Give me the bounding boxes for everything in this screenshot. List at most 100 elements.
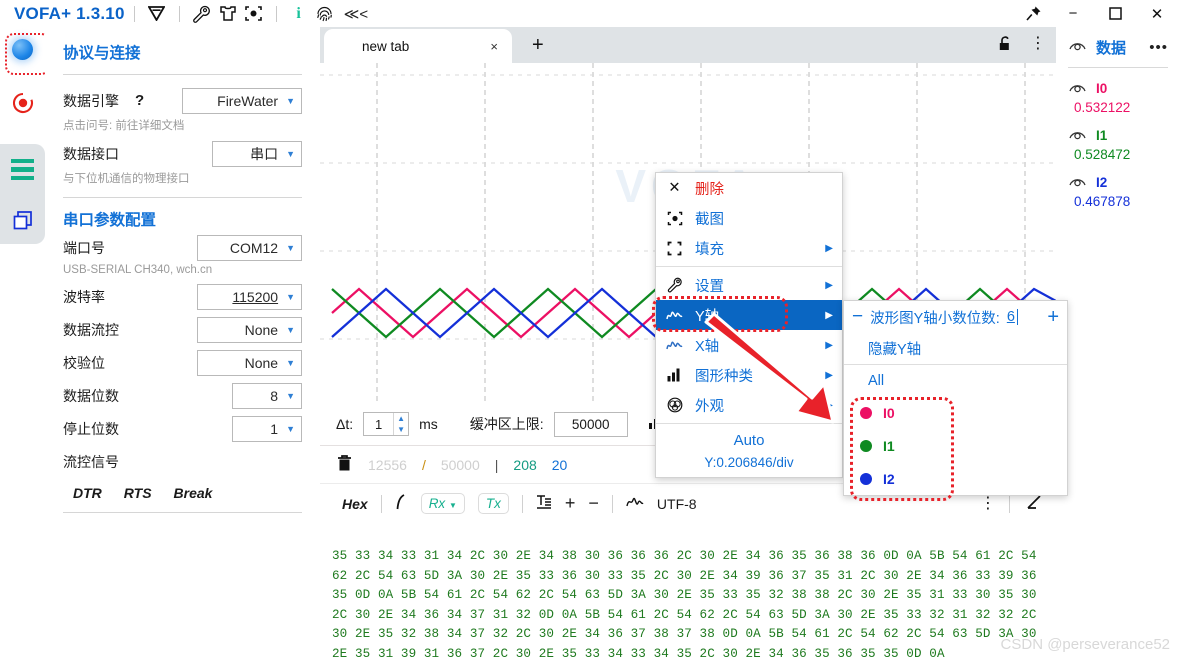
v-logo-icon[interactable] — [144, 3, 170, 25]
rail-item-record[interactable] — [4, 84, 41, 121]
stepper-arrows-icon[interactable]: ▲ ▼ — [393, 413, 408, 435]
ctx-item-appearance[interactable]: 外观 ▶ — [656, 390, 842, 420]
y-per-div-label: Y:0.206846/div — [704, 455, 794, 470]
data-panel-more-icon[interactable]: ••• — [1149, 39, 1168, 56]
channel-label: I2 — [883, 470, 895, 487]
ctx-item-settings[interactable]: 设置 ▶ — [656, 270, 842, 300]
encoding-label[interactable]: UTF-8 — [657, 496, 697, 512]
eye-icon[interactable] — [1068, 80, 1087, 97]
break-button[interactable]: Break — [174, 485, 213, 501]
text-format-icon[interactable] — [536, 494, 552, 513]
hex-data-view[interactable]: 35 33 34 33 31 34 2C 30 2E 34 38 30 36 3… — [320, 541, 1056, 659]
port-select[interactable]: COM12 ▼ — [197, 234, 302, 261]
row-data-bits: 数据位数 8 ▼ — [63, 380, 302, 411]
target-icon[interactable] — [241, 3, 267, 25]
data-bits-select[interactable]: 8 ▼ — [232, 382, 302, 409]
buffer-limit-display: 50000 — [440, 456, 480, 473]
data-panel-title: 数据 — [1096, 40, 1127, 57]
data-panel-header: 数据 ••• — [1068, 37, 1168, 58]
chevron-right-icon: ▶ — [825, 279, 833, 291]
info-icon[interactable]: i — [286, 3, 312, 25]
decimal-places-row: − 波形图Y轴小数位数: 6 + — [844, 301, 1067, 333]
ctx-item-label: 填充 — [695, 241, 724, 258]
rail-item-menu[interactable] — [4, 153, 41, 190]
divider — [63, 74, 302, 75]
channel-label: I1 — [1096, 128, 1108, 143]
data-channel-row[interactable]: I1 0.528472 — [1068, 127, 1168, 162]
y-axis-submenu: − 波形图Y轴小数位数: 6 + 隐藏Y轴 All I0 I1 I2 — [843, 300, 1068, 501]
close-icon[interactable]: ✕ — [1136, 0, 1178, 27]
dtr-button[interactable]: DTR — [73, 485, 102, 501]
divider — [63, 512, 302, 513]
data-engine-value: FireWater — [217, 92, 279, 109]
tab-close-icon[interactable]: × — [490, 39, 498, 54]
eraser-icon[interactable] — [1023, 494, 1042, 514]
chevron-down-icon: ▼ — [286, 423, 295, 434]
minus-icon[interactable]: − — [588, 493, 599, 514]
maximize-icon[interactable] — [1094, 0, 1136, 27]
rx-button[interactable]: Rx ▼ — [420, 493, 465, 514]
rx-rate: 208 — [513, 456, 537, 473]
shirt-icon[interactable] — [215, 3, 241, 25]
divider — [611, 494, 613, 513]
kebab-menu-icon[interactable]: ⋮ — [1030, 35, 1046, 51]
submenu-channel-I1[interactable]: I1 — [844, 429, 1067, 462]
collapse-chevrons-icon[interactable]: ≪< — [344, 5, 368, 23]
trash-icon[interactable] — [336, 454, 353, 475]
rail-item-layers[interactable] — [4, 202, 41, 239]
submenu-channel-I2[interactable]: I2 — [844, 462, 1067, 495]
wave-icon[interactable] — [626, 495, 644, 512]
add-tab-button[interactable]: + — [532, 34, 544, 57]
decimal-places-value[interactable]: 6 — [1007, 309, 1018, 325]
divider — [380, 494, 382, 513]
eye-icon[interactable] — [1068, 38, 1087, 57]
phone-hook-icon[interactable] — [395, 493, 408, 514]
data-channel-row[interactable]: I2 0.467878 — [1068, 174, 1168, 209]
help-icon[interactable]: ? — [135, 92, 144, 109]
data-engine-select[interactable]: FireWater ▼ — [182, 87, 302, 114]
submenu-item-all[interactable]: All — [844, 365, 1067, 396]
ctx-item-fill[interactable]: 填充 ▶ — [656, 233, 842, 263]
auto-scale-label[interactable]: Auto — [656, 432, 842, 449]
eye-icon[interactable] — [1068, 127, 1087, 144]
unlock-icon[interactable] — [997, 35, 1014, 52]
wrench-icon — [665, 277, 684, 293]
flow-control-select[interactable]: None ▼ — [197, 316, 302, 343]
increment-button[interactable]: + — [1047, 306, 1059, 329]
pin-icon[interactable] — [1014, 0, 1052, 27]
minimize-icon[interactable]: − — [1052, 0, 1094, 27]
hide-y-axis-item[interactable]: 隐藏Y轴 — [844, 333, 1067, 364]
kebab-menu-icon[interactable]: ⋮ — [980, 495, 996, 511]
ctx-item-x-axis[interactable]: X轴 ▶ — [656, 330, 842, 360]
parity-select[interactable]: None ▼ — [197, 349, 302, 376]
title-bar: VOFA+ 1.3.10 i ≪< − ✕ — [0, 0, 1178, 27]
hex-mode-button[interactable]: Hex — [342, 496, 368, 512]
parity-value: None — [244, 354, 279, 371]
eye-icon[interactable] — [1068, 174, 1087, 191]
plot-context-menu: ✕ 删除 截图 填充 ▶ 设置 ▶ Y轴 ▶ X轴 ▶ 图形种类 ▶ 外观 ▶ … — [652, 172, 843, 478]
bar-chart-icon — [665, 368, 684, 382]
chevron-right-icon: ▶ — [825, 399, 833, 411]
decrement-button[interactable]: − — [852, 306, 863, 328]
submenu-channel-I0[interactable]: I0 — [844, 396, 1067, 429]
baud-select[interactable]: 115200 ▼ — [197, 283, 302, 310]
ctx-item-screenshot[interactable]: 截图 — [656, 203, 842, 233]
tx-button[interactable]: Tx — [477, 493, 509, 514]
rts-button[interactable]: RTS — [124, 485, 152, 501]
buffer-limit-input[interactable]: 50000 — [553, 411, 628, 437]
data-panel: 数据 ••• I0 0.532122 I1 0.528472 I2 0.4678… — [1056, 27, 1178, 659]
ctx-item-chart-type[interactable]: 图形种类 ▶ — [656, 360, 842, 390]
rail-item-connection[interactable] — [4, 31, 50, 75]
divider — [521, 494, 523, 513]
fingerprint-icon[interactable] — [312, 3, 338, 25]
wrench-icon[interactable] — [189, 3, 215, 25]
tab-new-tab[interactable]: new tab × — [324, 29, 512, 63]
ctx-item-y-axis[interactable]: Y轴 ▶ — [652, 296, 842, 332]
data-interface-select[interactable]: 串口 ▼ — [212, 140, 302, 167]
plus-icon[interactable]: + — [565, 493, 576, 514]
data-channel-row[interactable]: I0 0.532122 — [1068, 80, 1168, 115]
dt-stepper[interactable]: 1 ▲ ▼ — [363, 412, 410, 436]
stop-bits-select[interactable]: 1 ▼ — [232, 415, 302, 442]
channel-color-dot — [860, 472, 872, 485]
ctx-item-delete[interactable]: ✕ 删除 — [656, 173, 842, 203]
